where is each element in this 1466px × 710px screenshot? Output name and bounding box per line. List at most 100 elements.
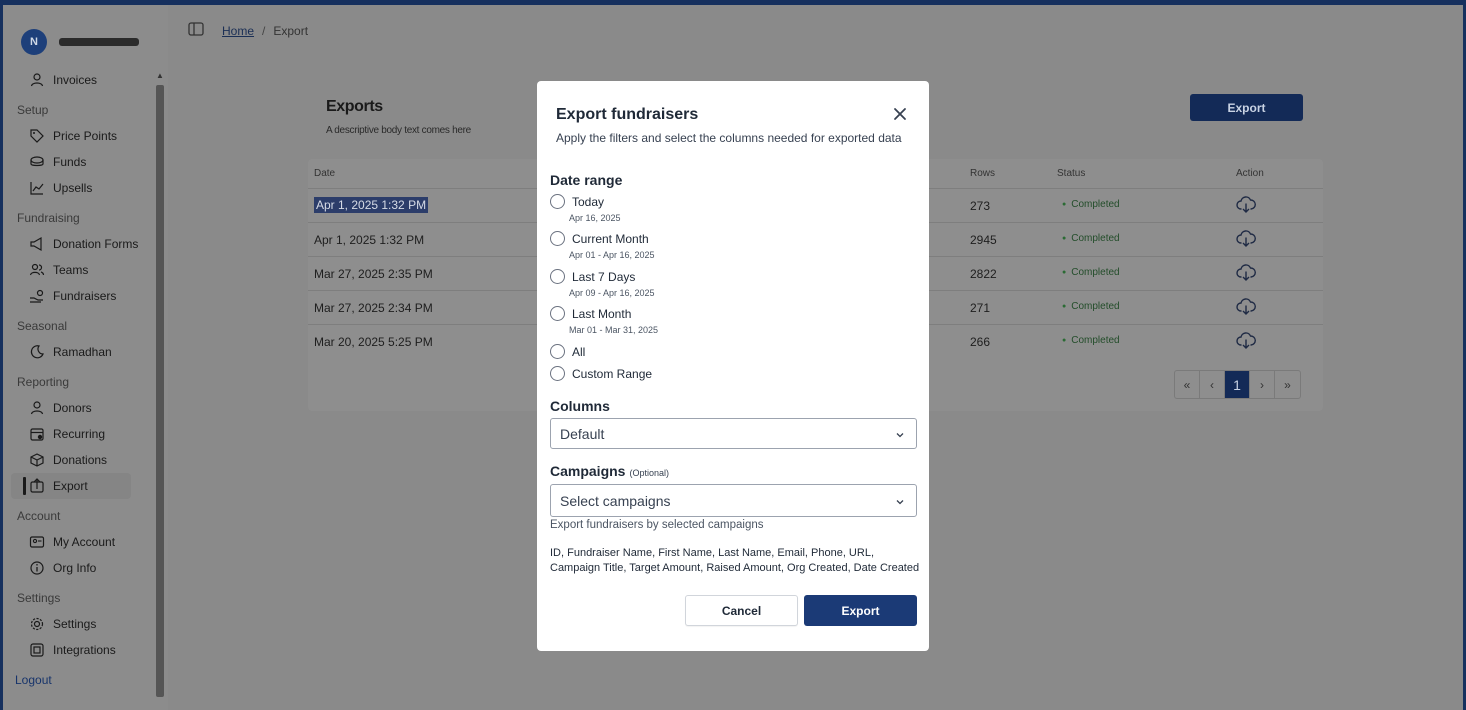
radio-button[interactable] xyxy=(550,344,565,359)
campaigns-heading: Campaigns (Optional) xyxy=(550,463,669,479)
date-option-current-month[interactable]: Current Month xyxy=(550,231,649,246)
breadcrumb-current: Export xyxy=(273,23,309,38)
download-icon[interactable] xyxy=(1236,331,1256,354)
org-avatar[interactable]: N xyxy=(21,29,47,55)
status-badge: Completed xyxy=(1062,301,1119,312)
scroll-up-arrow-icon[interactable]: ▲ xyxy=(156,71,164,80)
sidebar-section-fundraising: Fundraising xyxy=(17,211,80,225)
cancel-button[interactable]: Cancel xyxy=(685,595,798,626)
sidebar-item-donors[interactable]: Donors xyxy=(3,395,155,421)
sidebar-item-price-points[interactable]: Price Points xyxy=(3,123,155,149)
chevron-down-icon xyxy=(894,495,906,507)
close-icon[interactable] xyxy=(892,106,908,122)
sidebar-item-my-account[interactable]: My Account xyxy=(3,529,155,555)
breadcrumb-home[interactable]: Home xyxy=(222,24,254,38)
export-button[interactable]: Export xyxy=(1190,94,1303,121)
date-option-last-month[interactable]: Last Month xyxy=(550,306,631,321)
radio-button[interactable] xyxy=(550,231,565,246)
users-icon xyxy=(29,262,45,278)
sidebar-section-seasonal: Seasonal xyxy=(17,319,68,333)
sidebar-item-ramadhan[interactable]: Ramadhan xyxy=(3,339,155,365)
radio-button[interactable] xyxy=(550,366,565,381)
sidebar-item-label: Teams xyxy=(53,263,89,277)
page-prev-button[interactable]: ‹ xyxy=(1200,371,1225,398)
sidebar-item-label: Funds xyxy=(53,155,87,169)
date-option-range: Apr 16, 2025 xyxy=(569,213,621,223)
sidebar-item-label: Donations xyxy=(53,453,108,467)
campaigns-optional-label: (Optional) xyxy=(629,468,669,478)
sidebar-item-export[interactable]: Export xyxy=(11,473,131,499)
sidebar-section-settings: Settings xyxy=(17,591,61,605)
logout-link[interactable]: Logout xyxy=(15,673,52,687)
pagination: « ‹ 1 › » xyxy=(1174,370,1301,399)
date-option-label: Last 7 Days xyxy=(572,269,636,284)
radio-button[interactable] xyxy=(550,194,565,209)
sidebar-item-label: Upsells xyxy=(53,181,93,195)
page-current-button[interactable]: 1 xyxy=(1225,371,1250,398)
status-badge: Completed xyxy=(1062,267,1119,278)
sidebar: N Invoices Setup Price Points Funds Upsells F… xyxy=(3,5,168,710)
campaigns-select[interactable]: Select campaigns xyxy=(550,484,917,517)
id-card-icon xyxy=(29,534,45,550)
sidebar-item-org-info[interactable]: Org Info xyxy=(3,555,155,581)
coins-icon xyxy=(29,154,45,170)
date-range-heading: Date range xyxy=(550,172,623,188)
sidebar-item-invoices[interactable]: Invoices xyxy=(3,67,155,93)
sidebar-item-label: Ramadhan xyxy=(53,345,112,359)
row-count: 2945 xyxy=(970,233,997,247)
scrollbar-thumb[interactable] xyxy=(156,85,164,697)
hand-coins-icon xyxy=(29,288,45,304)
chart-line-icon xyxy=(29,180,45,196)
date-option-custom-range[interactable]: Custom Range xyxy=(550,366,652,381)
megaphone-icon xyxy=(29,236,45,252)
page-first-button[interactable]: « xyxy=(1175,371,1200,398)
sidebar-toggle-icon[interactable] xyxy=(188,22,204,39)
columns-select[interactable]: Default xyxy=(550,418,917,449)
sidebar-item-funds[interactable]: Funds xyxy=(3,149,155,175)
breadcrumb: Home / Export xyxy=(188,22,308,39)
sidebar-item-settings[interactable]: Settings xyxy=(3,611,155,637)
page-next-button[interactable]: › xyxy=(1250,371,1275,398)
page-title: Exports xyxy=(326,98,383,115)
radio-button[interactable] xyxy=(550,269,565,284)
brand[interactable]: N xyxy=(21,29,139,55)
plug-icon xyxy=(29,642,45,658)
dialog-export-button[interactable]: Export xyxy=(804,595,917,626)
row-date: Mar 27, 2025 2:34 PM xyxy=(314,301,433,315)
row-count: 271 xyxy=(970,301,991,315)
sidebar-section-setup: Setup xyxy=(17,103,49,117)
page-last-button[interactable]: » xyxy=(1275,371,1300,398)
sidebar-item-donations[interactable]: Donations xyxy=(3,447,155,473)
download-icon[interactable] xyxy=(1236,229,1256,252)
download-icon[interactable] xyxy=(1236,263,1256,286)
sidebar-item-recurring[interactable]: Recurring xyxy=(3,421,155,447)
dialog-title: Export fundraisers xyxy=(556,106,699,123)
date-option-label: All xyxy=(572,344,586,359)
sidebar-item-label: Settings xyxy=(53,617,97,631)
sidebar-item-label: Fundraisers xyxy=(53,289,117,303)
sidebar-item-fundraisers[interactable]: Fundraisers xyxy=(3,283,155,309)
campaigns-help-text: Export fundraisers by selected campaigns xyxy=(550,519,764,531)
sidebar-item-label: Recurring xyxy=(53,427,106,441)
org-name-redacted xyxy=(59,38,139,46)
sidebar-item-donation-forms[interactable]: Donation Forms xyxy=(3,231,155,257)
date-option-all[interactable]: All xyxy=(550,344,585,359)
sidebar-item-label: Donors xyxy=(53,401,92,415)
sidebar-item-teams[interactable]: Teams xyxy=(3,257,155,283)
dialog-subtitle: Apply the filters and select the columns… xyxy=(556,131,902,145)
download-icon[interactable] xyxy=(1236,297,1256,320)
sidebar-item-upsells[interactable]: Upsells xyxy=(3,175,155,201)
row-date: Mar 27, 2025 2:35 PM xyxy=(314,267,433,281)
download-icon[interactable] xyxy=(1236,195,1256,218)
box-icon xyxy=(29,452,45,468)
date-option-last-7-days[interactable]: Last 7 Days xyxy=(550,269,635,284)
sidebar-item-integrations[interactable]: Integrations xyxy=(3,637,155,663)
sidebar-section-reporting: Reporting xyxy=(17,375,70,389)
radio-button[interactable] xyxy=(550,306,565,321)
date-option-today[interactable]: Today xyxy=(550,194,604,209)
status-badge: Completed xyxy=(1062,233,1119,244)
export-icon xyxy=(29,478,45,494)
moon-icon xyxy=(29,344,45,360)
sidebar-scrollbar[interactable]: ▲ xyxy=(155,71,165,701)
date-option-range: Mar 01 - Mar 31, 2025 xyxy=(569,325,659,335)
